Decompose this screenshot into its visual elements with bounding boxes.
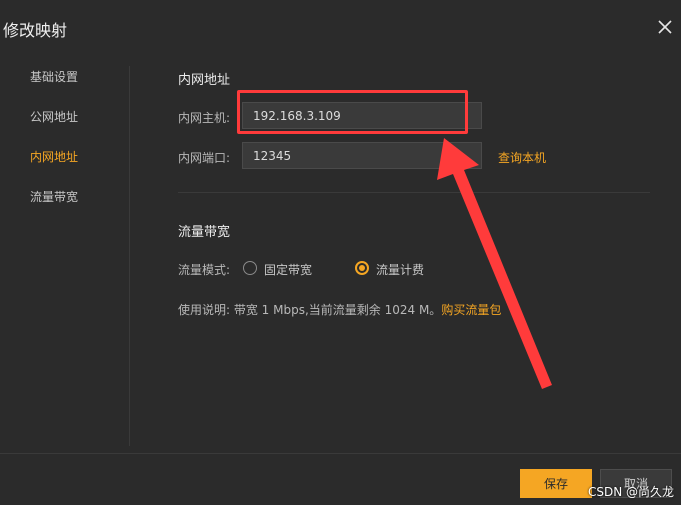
- radio-fixed-bandwidth-label[interactable]: 固定带宽: [264, 261, 312, 278]
- usage-description: 使用说明: 带宽 1 Mbps,当前流量剩余 1024 M。购买流量包: [178, 301, 501, 318]
- usage-description-text: 使用说明: 带宽 1 Mbps,当前流量剩余 1024 M。: [178, 303, 442, 317]
- footer-divider: [0, 453, 681, 454]
- sidebar-divider: [129, 66, 130, 446]
- dialog-title: 修改映射: [3, 21, 68, 40]
- port-label: 内网端口:: [178, 151, 231, 165]
- radio-fixed-bandwidth[interactable]: [243, 261, 257, 275]
- sidebar-item-intranet-address[interactable]: 内网地址: [30, 148, 78, 165]
- host-label: 内网主机:: [178, 111, 231, 125]
- sidebar-item-basic-settings[interactable]: 基础设置: [30, 68, 78, 85]
- port-input[interactable]: [242, 142, 482, 169]
- intranet-section-title: 内网地址: [178, 73, 231, 88]
- radio-traffic-billing-label[interactable]: 流量计费: [376, 261, 424, 278]
- traffic-section-title: 流量带宽: [178, 225, 231, 240]
- section-divider: [178, 192, 650, 193]
- modify-mapping-dialog: 修改映射 基础设置 公网地址 内网地址 流量带宽 内网地址 内网主机: 内网端口…: [0, 0, 681, 505]
- traffic-mode-label: 流量模式:: [178, 263, 231, 277]
- buy-traffic-link[interactable]: 购买流量包: [441, 303, 501, 317]
- annotation-arrow-icon: [437, 138, 552, 389]
- cancel-button[interactable]: 取消: [600, 469, 672, 498]
- query-local-link[interactable]: 查询本机: [498, 149, 546, 166]
- save-button[interactable]: 保存: [520, 469, 592, 498]
- sidebar-item-public-address[interactable]: 公网地址: [30, 108, 78, 125]
- annotation-highlight-box: [237, 90, 468, 134]
- close-icon[interactable]: [656, 18, 674, 36]
- radio-traffic-billing[interactable]: [355, 261, 369, 275]
- sidebar-item-traffic-bandwidth[interactable]: 流量带宽: [30, 188, 78, 205]
